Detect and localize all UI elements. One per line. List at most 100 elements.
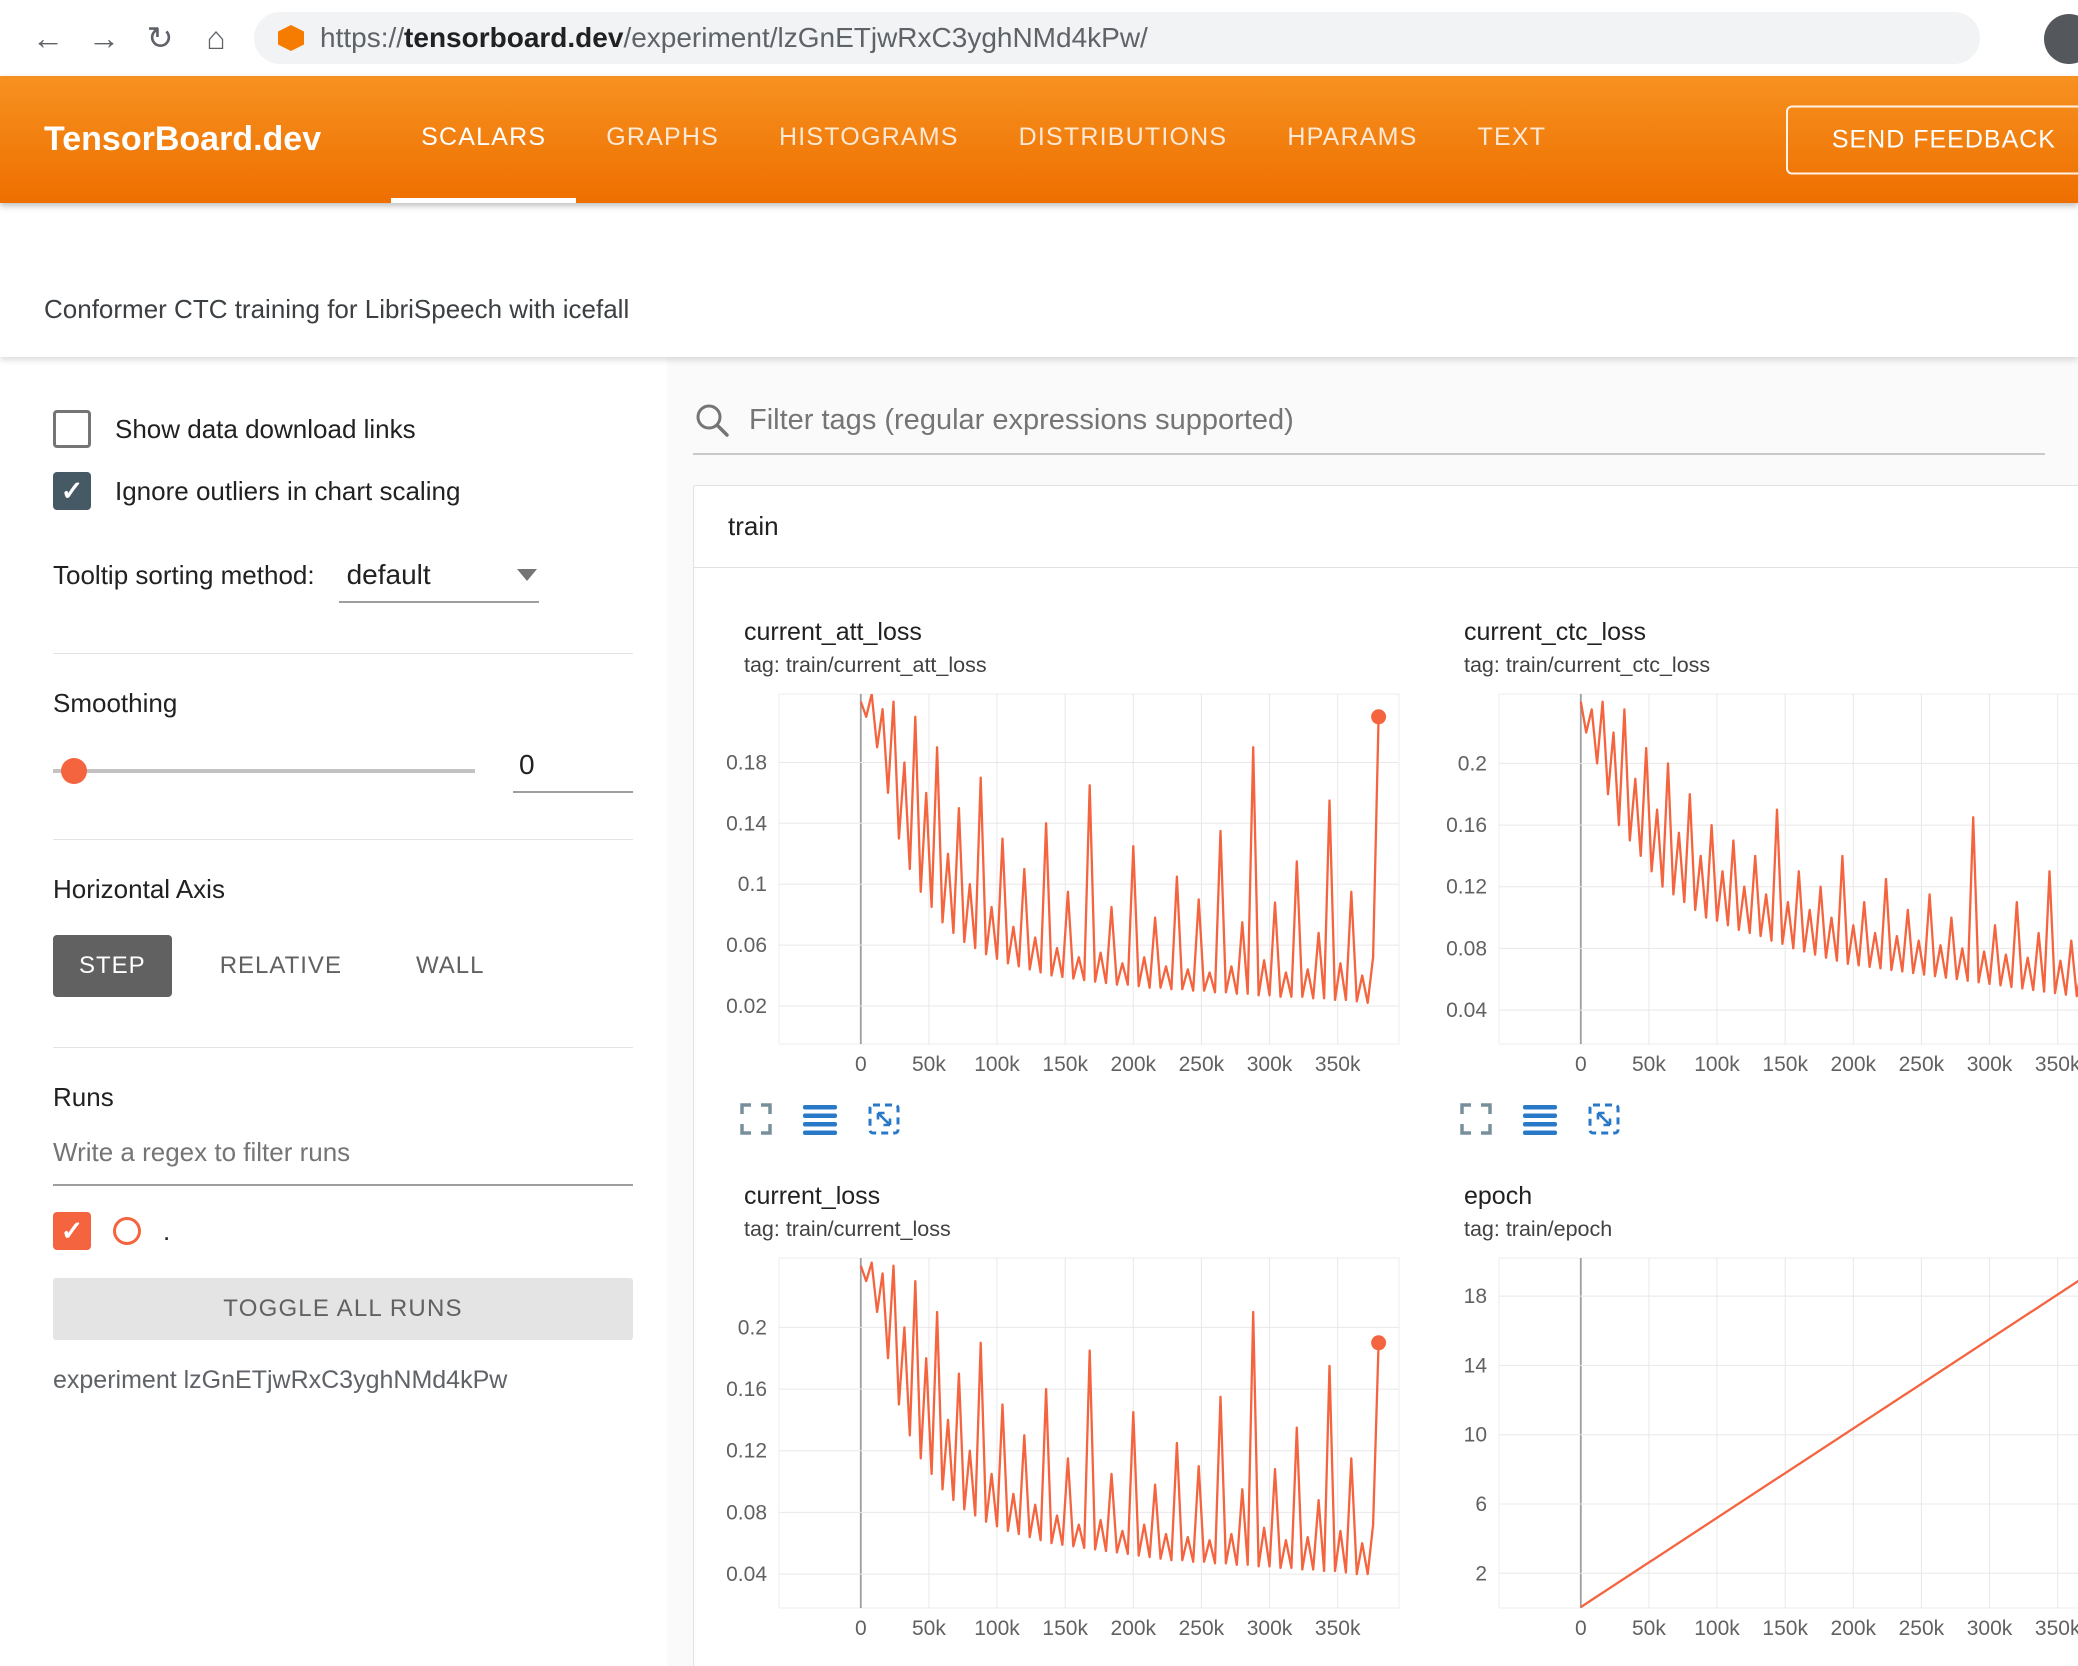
chart-canvas-epoch[interactable]: 0 50k 100k 150k 200k 250k 300k 350k 2 6 10 14 18 (1441, 1250, 2078, 1650)
chart-actions (721, 1100, 1421, 1138)
svg-text:50k: 50k (1632, 1617, 1666, 1640)
chart-title: current_att_loss (744, 618, 922, 646)
slider-thumb[interactable] (61, 758, 87, 784)
chart-title: epoch (1464, 1182, 1533, 1210)
svg-text:350k: 350k (2035, 1617, 2078, 1640)
svg-text:100k: 100k (974, 1053, 1020, 1076)
chart-canvas-current-loss[interactable]: 0 50k 100k 150k 200k 250k 300k 350k 0.04 0.08 0.12… (721, 1250, 1421, 1650)
svg-text:300k: 300k (1967, 1053, 2013, 1076)
app-brand: TensorBoard.dev (44, 120, 322, 158)
svg-text:200k: 200k (1111, 1617, 1157, 1640)
tooltip-sorting-label: Tooltip sorting method: (53, 560, 315, 590)
svg-text:350k: 350k (1315, 1617, 1361, 1640)
experiment-title: Conformer CTC training for LibriSpeech w… (44, 294, 630, 324)
svg-text:0.1: 0.1 (738, 873, 767, 896)
svg-text:0: 0 (1575, 1053, 1587, 1076)
chart-current-loss: current_loss tag: train/current_loss 0 50… (721, 1182, 1421, 1666)
tab-histograms[interactable]: HISTOGRAMS (749, 76, 989, 203)
svg-text:0.12: 0.12 (726, 1440, 767, 1463)
home-icon[interactable]: ⌂ (188, 20, 244, 57)
svg-text:250k: 250k (1899, 1053, 1945, 1076)
tab-graphs[interactable]: GRAPHS (576, 76, 749, 203)
expand-chart-icon[interactable] (737, 1100, 775, 1138)
svg-text:50k: 50k (912, 1053, 946, 1076)
horizontal-axis-buttons: STEP RELATIVE WALL (53, 935, 633, 997)
experiment-title-bar: Conformer CTC training for LibriSpeech w… (0, 203, 2078, 357)
svg-text:0: 0 (855, 1053, 867, 1076)
haxis-wall-button[interactable]: WALL (390, 935, 510, 997)
data-series-icon[interactable] (1521, 1100, 1559, 1138)
svg-text:0.18: 0.18 (726, 752, 767, 775)
divider (53, 839, 633, 840)
ignore-outliers-row[interactable]: Ignore outliers in chart scaling (53, 469, 633, 513)
reload-icon[interactable]: ↻ (132, 19, 188, 57)
chart-tag: tag: train/current_ctc_loss (1464, 653, 1711, 677)
svg-text:150k: 150k (1042, 1617, 1088, 1640)
ignore-outliers-label: Ignore outliers in chart scaling (115, 475, 461, 506)
show-download-links-checkbox[interactable] (53, 410, 91, 448)
chart-canvas-current-att-loss[interactable]: 0 50k 100k 150k 200k 250k 300k 350k 0.02 0.06 0.1 0… (721, 686, 1421, 1086)
svg-text:250k: 250k (1179, 1053, 1225, 1076)
tab-hparams[interactable]: HPARAMS (1257, 76, 1447, 203)
svg-text:0.08: 0.08 (726, 1501, 767, 1524)
back-icon[interactable]: ← (20, 20, 76, 57)
main-panel: train current_att_loss tag: train/curren… (667, 357, 2078, 1666)
svg-text:200k: 200k (1831, 1617, 1877, 1640)
smoothing-slider[interactable] (53, 749, 475, 793)
svg-text:0.16: 0.16 (1446, 814, 1487, 837)
horizontal-axis-label: Horizontal Axis (53, 874, 225, 904)
fit-domain-icon[interactable] (865, 1100, 903, 1138)
tab-text[interactable]: TEXT (1448, 76, 1577, 203)
ignore-outliers-checkbox[interactable] (53, 472, 91, 510)
chart-actions (1441, 1100, 2078, 1138)
haxis-step-button[interactable]: STEP (53, 935, 172, 997)
svg-text:150k: 150k (1042, 1053, 1088, 1076)
settings-sidebar: Show data download links Ignore outliers… (0, 357, 667, 1666)
haxis-relative-button[interactable]: RELATIVE (194, 935, 368, 997)
run-checkbox[interactable] (53, 1212, 91, 1250)
app-header: TensorBoard.dev SCALARS GRAPHS HISTOGRAM… (0, 76, 2078, 203)
run-name: . (163, 1215, 171, 1246)
svg-text:100k: 100k (1694, 1617, 1740, 1640)
chevron-down-icon (516, 569, 537, 581)
svg-text:0.12: 0.12 (1446, 876, 1487, 899)
chart-title: current_ctc_loss (1464, 618, 1647, 646)
expand-chart-icon[interactable] (1457, 1100, 1495, 1138)
run-color-indicator-icon (113, 1217, 141, 1245)
tooltip-sorting-row: Tooltip sorting method: default (53, 559, 633, 603)
svg-text:200k: 200k (1831, 1053, 1877, 1076)
show-download-links-label: Show data download links (115, 413, 416, 444)
browser-chrome: ← → ↻ ⌂ https://tensorboard.dev/experime… (0, 0, 2078, 76)
slider-track[interactable] (53, 769, 475, 773)
fit-domain-icon[interactable] (1585, 1100, 1623, 1138)
url-path: /experiment/lzGnETjwRxC3yghNMd4kPw/ (623, 22, 1148, 53)
tab-scalars[interactable]: SCALARS (391, 76, 577, 203)
chart-epoch: epoch tag: train/epoch 0 50k 100k 150k 200k 2… (1441, 1182, 2078, 1666)
url-text: https://tensorboard.dev/experiment/lzGnE… (320, 22, 1148, 54)
smoothing-value-input[interactable] (513, 749, 633, 793)
svg-text:0.2: 0.2 (738, 1316, 767, 1339)
tab-distributions[interactable]: DISTRIBUTIONS (989, 76, 1258, 203)
toggle-all-runs-button[interactable]: TOGGLE ALL RUNS (53, 1278, 633, 1340)
runs-filter-input[interactable] (53, 1113, 633, 1186)
chart-tag: tag: train/epoch (1464, 1217, 1613, 1241)
tag-group-train: train current_att_loss tag: train/curren… (693, 485, 2078, 1666)
smoothing-slider-row (53, 749, 633, 793)
svg-text:0.02: 0.02 (726, 995, 767, 1018)
show-download-links-row[interactable]: Show data download links (53, 407, 633, 451)
svg-text:0.14: 0.14 (726, 812, 767, 835)
chart-canvas-current-ctc-loss[interactable]: 0 50k 100k 150k 200k 250k 300k 350k 0.04 0.08 0.12… (1441, 686, 2078, 1086)
forward-icon[interactable]: → (76, 20, 132, 57)
profile-avatar[interactable] (2044, 14, 2078, 64)
tag-filter-input[interactable] (749, 403, 2045, 437)
divider (53, 1047, 633, 1048)
chart-tag: tag: train/current_loss (744, 1217, 951, 1241)
address-bar[interactable]: https://tensorboard.dev/experiment/lzGnE… (254, 12, 1980, 64)
send-feedback-button[interactable]: SEND FEEDBACK (1785, 105, 2078, 174)
tooltip-sorting-dropdown[interactable]: default (338, 559, 539, 603)
svg-text:350k: 350k (1315, 1053, 1361, 1076)
data-series-icon[interactable] (801, 1100, 839, 1138)
tag-group-header[interactable]: train (694, 486, 2078, 568)
svg-text:0.06: 0.06 (726, 934, 767, 957)
run-row[interactable]: . (53, 1212, 633, 1250)
